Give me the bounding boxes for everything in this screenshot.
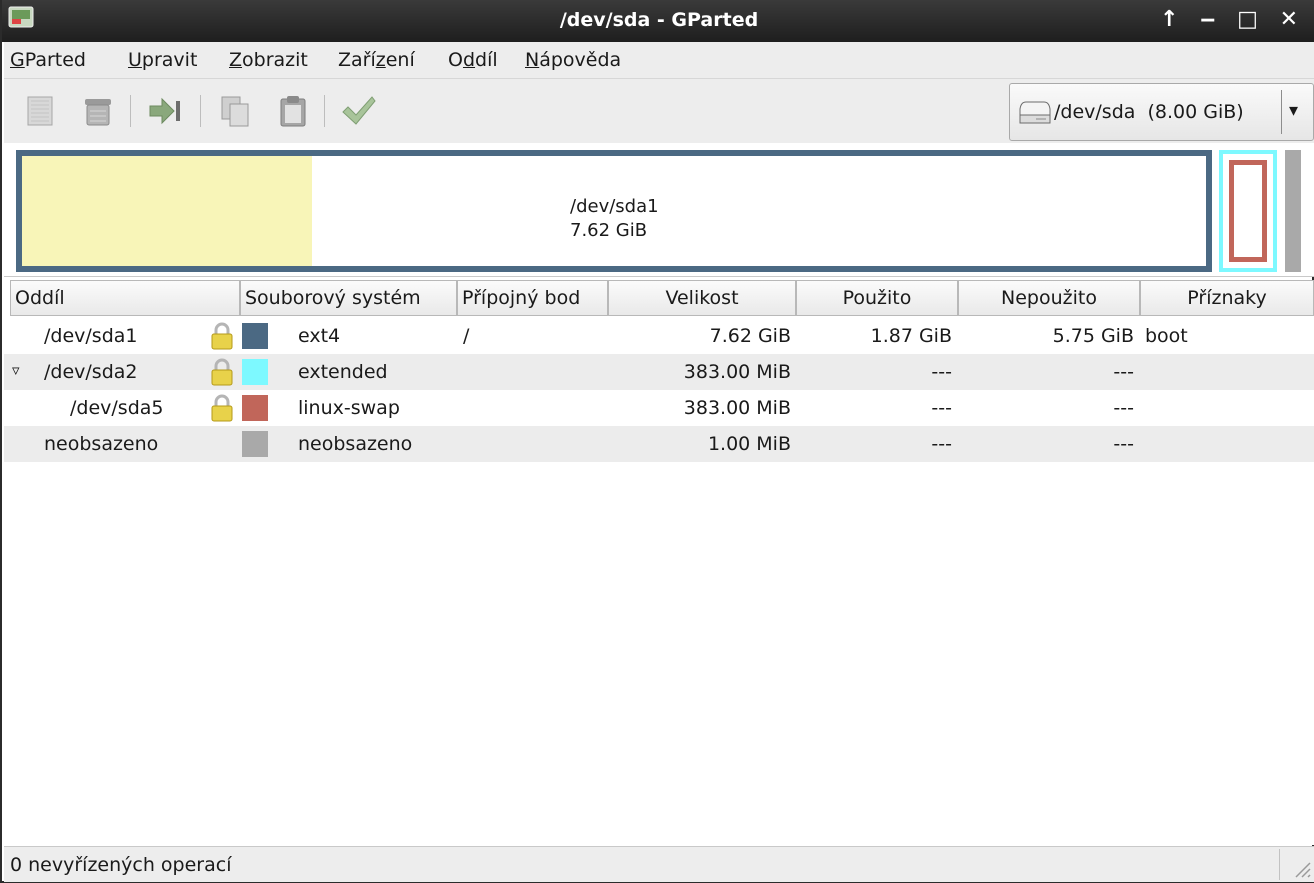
filesystem: ext4: [298, 325, 341, 347]
lock-icon: [211, 394, 233, 422]
unused: 5.75 GiB: [1052, 325, 1134, 347]
column-header-partition[interactable]: Oddíl: [10, 280, 240, 316]
used: ---: [931, 361, 952, 383]
unused: ---: [1113, 433, 1134, 455]
menu-oddil[interactable]: Oddíl: [448, 49, 498, 71]
disk-map: /dev/sda1 7.62 GiB: [4, 143, 1314, 277]
partition-name: /dev/sda5: [70, 397, 164, 419]
partition-block-sda2[interactable]: [1219, 150, 1277, 272]
partition-table: Oddíl Souborový systém Přípojný bod Veli…: [4, 280, 1314, 845]
delete-partition-icon[interactable]: [80, 93, 116, 129]
lock-icon: [211, 322, 233, 350]
filesystem-color-swatch: [242, 323, 268, 349]
filesystem: neobsazeno: [298, 433, 413, 455]
flags: boot: [1145, 325, 1188, 347]
toolbar: /dev/sda (8.00 GiB) ▾: [4, 78, 1314, 144]
used: ---: [931, 397, 952, 419]
copy-icon[interactable]: [218, 93, 254, 129]
size: 383.00 MiB: [683, 397, 791, 419]
table-header: Oddíl Souborový systém Přípojný bod Veli…: [4, 280, 1314, 316]
pending-operations-text: 0 nevyřízených operací: [10, 854, 232, 876]
partition-block-sda1[interactable]: /dev/sda1 7.62 GiB: [16, 150, 1212, 272]
used-space-fill: [22, 156, 313, 266]
chevron-down-icon[interactable]: ▾: [1289, 100, 1298, 121]
table-row[interactable]: /dev/sda5 linux-swap 383.00 MiB --- ---: [4, 390, 1314, 426]
status-bar: 0 nevyřízených operací: [4, 846, 1314, 882]
filesystem-color-swatch: [242, 395, 268, 421]
partition-block-unallocated[interactable]: [1285, 150, 1301, 272]
partition-name: /dev/sda1: [44, 325, 138, 347]
title-bar[interactable]: /dev/sda - GParted ↑ ‒ □ ✕: [2, 0, 1314, 42]
column-header-flags[interactable]: Příznaky: [1140, 280, 1314, 316]
column-header-used[interactable]: Použito: [796, 280, 958, 316]
partition-block-name: /dev/sda1: [570, 196, 659, 217]
apply-icon[interactable]: [340, 93, 376, 129]
toolbar-separator: [200, 95, 201, 127]
window-title: /dev/sda - GParted: [559, 9, 759, 31]
resize-grip-icon[interactable]: [1279, 849, 1314, 880]
menu-bar: GParted Upravit Zobrazit Zařízení Oddíl …: [4, 42, 1314, 78]
device-size: (8.00 GiB): [1147, 101, 1244, 123]
menu-gparted[interactable]: GParted: [10, 49, 86, 71]
table-row[interactable]: neobsazeno neobsazeno 1.00 MiB --- ---: [4, 426, 1314, 462]
size: 7.62 GiB: [709, 325, 791, 347]
menu-zarizeni[interactable]: Zařízení: [338, 49, 415, 71]
menu-zobrazit[interactable]: Zobrazit: [229, 49, 308, 71]
filesystem-color-swatch: [242, 431, 268, 457]
used: 1.87 GiB: [870, 325, 952, 347]
device-name: /dev/sda: [1054, 101, 1136, 123]
minimize-button[interactable]: ‒: [1200, 7, 1219, 32]
resize-move-icon[interactable]: [146, 93, 182, 129]
mountpoint: /: [463, 325, 470, 347]
column-header-size[interactable]: Velikost: [608, 280, 796, 316]
filesystem: extended: [298, 361, 388, 383]
unused: ---: [1113, 361, 1134, 383]
size: 383.00 MiB: [683, 361, 791, 383]
pin-button[interactable]: ↑: [1160, 7, 1182, 32]
used: ---: [931, 433, 952, 455]
filesystem: linux-swap: [298, 397, 400, 419]
partition-block-size: 7.62 GiB: [570, 220, 648, 241]
table-row[interactable]: ▿ /dev/sda2 extended 383.00 MiB --- ---: [4, 354, 1314, 390]
size: 1.00 MiB: [707, 433, 791, 455]
partition-name: neobsazeno: [44, 433, 159, 455]
close-button[interactable]: ✕: [1280, 7, 1302, 32]
column-header-filesystem[interactable]: Souborový systém: [240, 280, 457, 316]
unused: ---: [1113, 397, 1134, 419]
table-row[interactable]: /dev/sda1 ext4 / 7.62 GiB 1.87 GiB 5.75 …: [4, 318, 1314, 354]
lock-icon: [211, 358, 233, 386]
paste-icon[interactable]: [275, 93, 311, 129]
filesystem-color-swatch: [242, 359, 268, 385]
menu-napoveda[interactable]: Nápověda: [525, 49, 621, 71]
maximize-button[interactable]: □: [1237, 7, 1262, 32]
device-selector[interactable]: /dev/sda (8.00 GiB) ▾: [1009, 83, 1314, 141]
partition-name: /dev/sda2: [44, 361, 138, 383]
column-header-mountpoint[interactable]: Přípojný bod: [457, 280, 608, 316]
gparted-window: /dev/sda - GParted ↑ ‒ □ ✕ GParted Uprav…: [0, 0, 1314, 883]
toolbar-separator: [324, 95, 325, 127]
menu-upravit[interactable]: Upravit: [128, 49, 197, 71]
expander-triangle-icon[interactable]: ▿: [12, 361, 20, 379]
hard-disk-icon: [1019, 101, 1051, 124]
toolbar-separator: [130, 95, 131, 127]
partition-block-sda5[interactable]: [1229, 160, 1267, 262]
new-partition-icon[interactable]: [22, 93, 58, 129]
column-header-unused[interactable]: Nepoužito: [958, 280, 1140, 316]
